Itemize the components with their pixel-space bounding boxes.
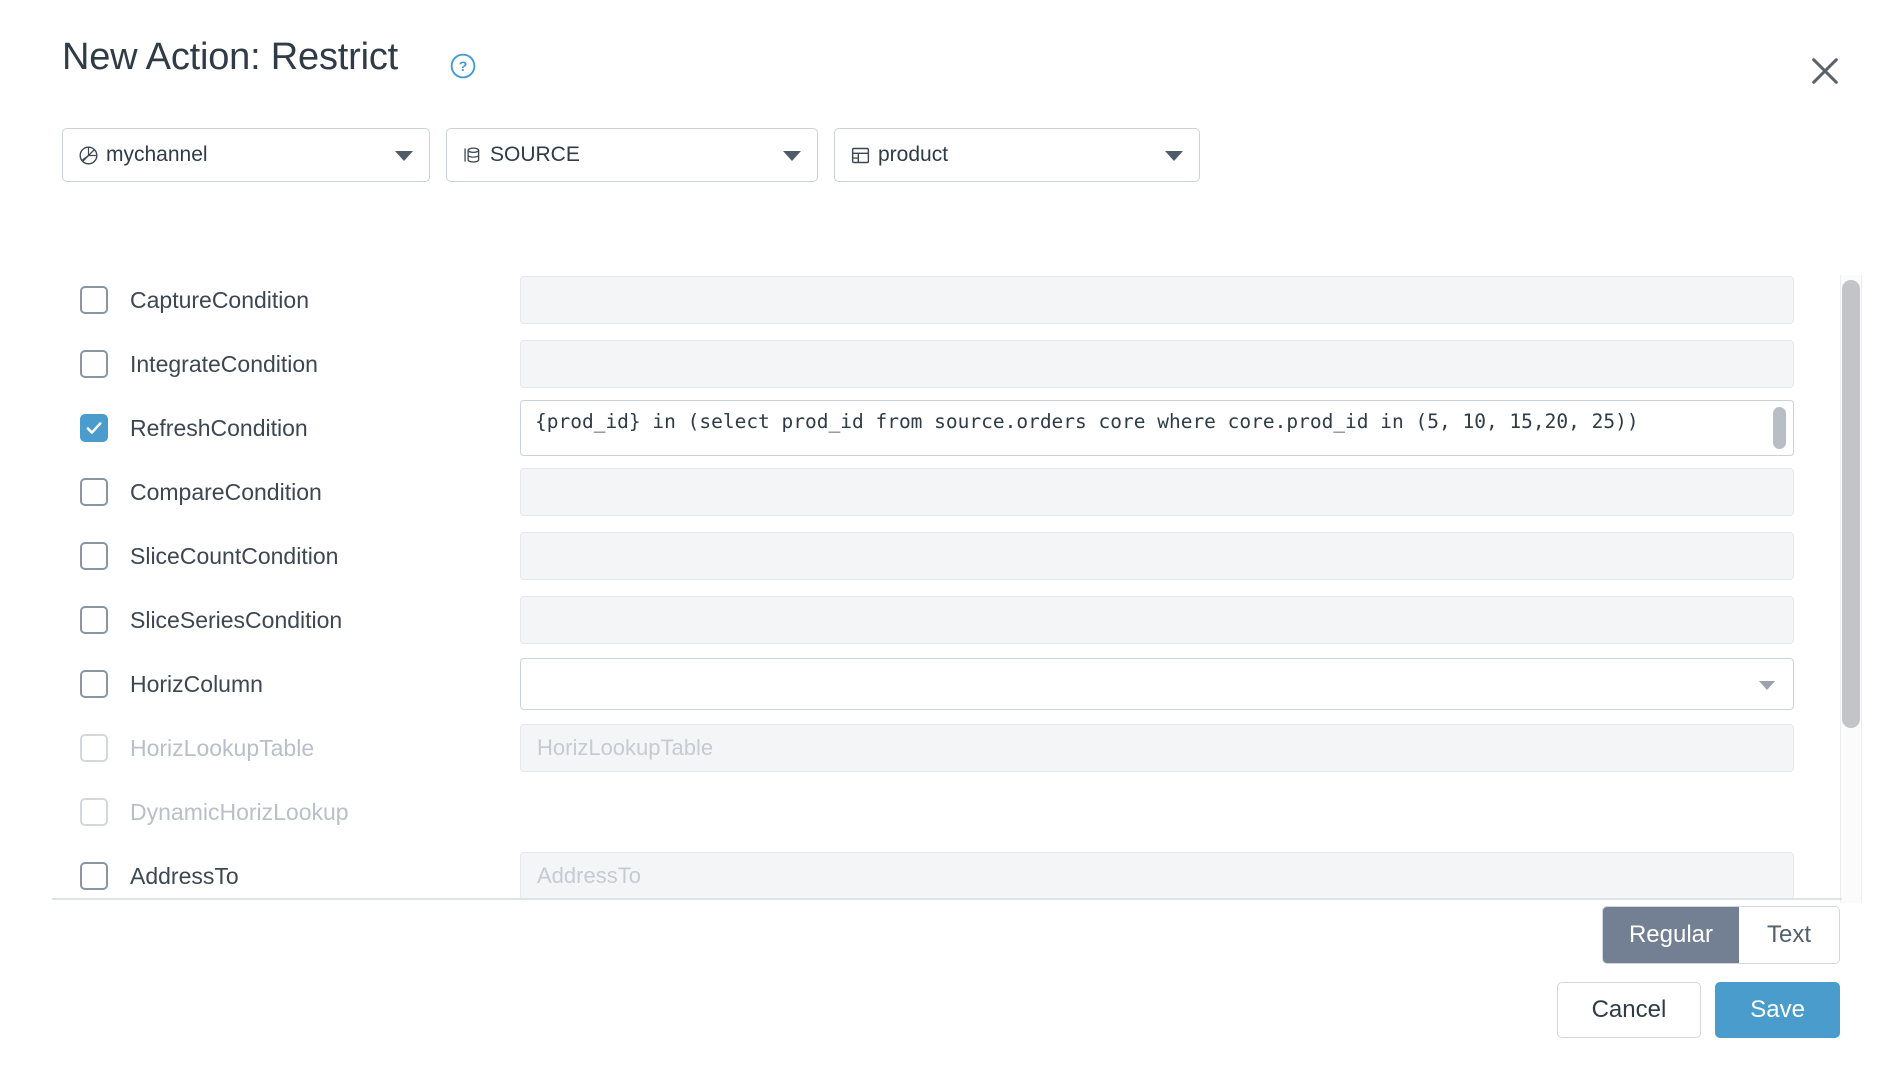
condition-label: DynamicHorizLookup (130, 798, 349, 825)
condition-row: SliceSeriesCondition (0, 588, 1884, 652)
cancel-button[interactable]: Cancel (1556, 982, 1702, 1038)
close-icon (1812, 58, 1838, 84)
help-circle-icon[interactable]: ? (450, 53, 476, 79)
close-button[interactable] (1802, 48, 1848, 94)
condition-list: CaptureCondition IntegrateCondition Refres… (0, 268, 1884, 898)
condition-row: AddressTo AddressTo (0, 844, 1884, 898)
condition-sql-input[interactable]: {prod_id} in (select prod_id from source… (520, 400, 1794, 456)
condition-sql-value: {prod_id} in (select prod_id from source… (535, 410, 1639, 433)
condition-field-cell (520, 532, 1884, 580)
condition-row: CaptureCondition (0, 268, 1884, 332)
condition-field-cell (520, 596, 1884, 644)
condition-label: HorizColumn (130, 670, 263, 697)
footer-divider (52, 898, 1842, 900)
condition-input-placeholder: HorizLookupTable (537, 735, 714, 760)
condition-field-cell: AddressTo (520, 852, 1884, 898)
checkbox-slicecountcondition[interactable] (80, 542, 108, 570)
channel-icon (77, 144, 99, 166)
checkbox-integratecondition[interactable] (80, 350, 108, 378)
checkbox-comparecondition[interactable] (80, 478, 108, 506)
condition-input[interactable] (520, 276, 1794, 324)
save-button[interactable]: Save (1715, 982, 1840, 1038)
new-action-dialog: New Action: Restrict ? mychannel SOURCE … (0, 0, 1884, 1076)
condition-label: CompareCondition (130, 478, 322, 505)
condition-input[interactable] (520, 596, 1794, 644)
condition-input[interactable] (520, 532, 1794, 580)
database-icon (461, 144, 483, 166)
condition-input-placeholder: AddressTo (537, 863, 641, 888)
page-title: New Action: Restrict (62, 36, 398, 78)
condition-checkbox-cell: IntegrateCondition (0, 350, 520, 378)
condition-checkbox-cell: AddressTo (0, 862, 520, 890)
condition-field-cell (520, 276, 1884, 324)
checkbox-refreshcondition[interactable] (80, 414, 108, 442)
list-scrollbar-thumb[interactable] (1842, 280, 1860, 728)
checkbox-addressto[interactable] (80, 862, 108, 890)
database-select[interactable]: SOURCE (446, 128, 818, 182)
toggle-text[interactable]: Text (1739, 907, 1839, 963)
condition-row: SliceCountCondition (0, 524, 1884, 588)
svg-text:?: ? (459, 58, 468, 74)
condition-label: RefreshCondition (130, 414, 308, 441)
condition-row: CompareCondition (0, 460, 1884, 524)
toggle-regular[interactable]: Regular (1602, 907, 1739, 963)
dialog-actions: Cancel Save (1556, 982, 1840, 1038)
condition-field-cell: HorizLookupTable (520, 724, 1884, 772)
condition-checkbox-cell: SliceCountCondition (0, 542, 520, 570)
editor-mode-toggle: Regular Text (1601, 906, 1840, 964)
condition-checkbox-cell: RefreshCondition (0, 414, 520, 442)
checkbox-sliceseriescondition[interactable] (80, 606, 108, 634)
condition-checkbox-cell: DynamicHorizLookup (0, 798, 520, 826)
condition-checkbox-cell: HorizColumn (0, 670, 520, 698)
condition-dropdown[interactable] (520, 658, 1794, 710)
checkbox-horizlookuptable (80, 734, 108, 762)
condition-checkbox-cell: SliceSeriesCondition (0, 606, 520, 634)
condition-checkbox-cell: HorizLookupTable (0, 734, 520, 762)
checkbox-horizcolumn[interactable] (80, 670, 108, 698)
sql-input-scrollbar[interactable] (1773, 407, 1786, 449)
chevron-down-icon (1165, 151, 1183, 161)
condition-input[interactable] (520, 468, 1794, 516)
checkbox-dynamichorizlookup (80, 798, 108, 826)
condition-checkbox-cell: CaptureCondition (0, 286, 520, 314)
channel-select[interactable]: mychannel (62, 128, 430, 182)
chevron-down-icon (395, 151, 413, 161)
condition-rows: CaptureCondition IntegrateCondition Refres… (0, 268, 1884, 898)
condition-row: RefreshCondition {prod_id} in (select pro… (0, 396, 1884, 460)
condition-label: SliceSeriesCondition (130, 606, 343, 633)
selector-bar: mychannel SOURCE product (62, 128, 1200, 182)
condition-input[interactable]: AddressTo (520, 852, 1794, 898)
condition-row: IntegrateCondition (0, 332, 1884, 396)
check-icon (86, 422, 102, 434)
condition-input[interactable]: HorizLookupTable (520, 724, 1794, 772)
condition-label: AddressTo (130, 862, 239, 889)
chevron-down-icon (783, 151, 801, 161)
condition-field-cell (520, 340, 1884, 388)
condition-row: HorizColumn (0, 652, 1884, 716)
chevron-down-icon (1759, 681, 1775, 690)
checkbox-capturecondition[interactable] (80, 286, 108, 314)
database-select-label: SOURCE (490, 143, 580, 166)
condition-input[interactable] (520, 340, 1794, 388)
condition-label: HorizLookupTable (130, 734, 315, 761)
condition-field-cell: {prod_id} in (select prod_id from source… (520, 400, 1884, 456)
condition-label: SliceCountCondition (130, 542, 339, 569)
table-select-label: product (878, 143, 949, 166)
condition-field-cell (520, 468, 1884, 516)
table-icon (849, 144, 871, 166)
channel-select-label: mychannel (106, 143, 208, 166)
condition-row: DynamicHorizLookup (0, 780, 1884, 844)
condition-checkbox-cell: CompareCondition (0, 478, 520, 506)
dialog-header: New Action: Restrict ? (0, 0, 1884, 110)
condition-label: IntegrateCondition (130, 350, 318, 377)
condition-label: CaptureCondition (130, 286, 310, 313)
condition-field-cell (520, 658, 1884, 710)
condition-row: HorizLookupTable HorizLookupTable (0, 716, 1884, 780)
table-select[interactable]: product (834, 128, 1200, 182)
